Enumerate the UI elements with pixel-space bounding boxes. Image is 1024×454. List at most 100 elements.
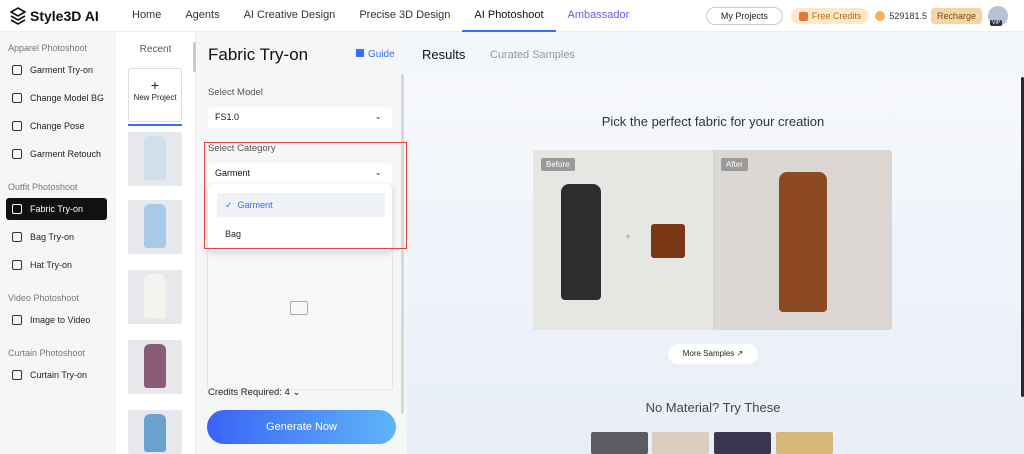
top-navigation-bar: Style3D AI Home Agents AI Creative Desig… xyxy=(0,0,1024,32)
fabric-swatch-image xyxy=(651,224,685,258)
vip-badge: VIP xyxy=(990,20,1003,26)
dress-image xyxy=(144,344,166,388)
sidebar-item-curtain-try-on[interactable]: Curtain Try-on xyxy=(6,364,107,386)
credit-balance-value: 529181.5 xyxy=(889,11,927,21)
more-samples-button[interactable]: More Samples ↗ xyxy=(668,344,758,364)
sidebar-section-video: Video Photoshoot xyxy=(8,293,79,303)
retouch-icon xyxy=(12,149,22,159)
sidebar-section-curtain: Curtain Photoshoot xyxy=(8,348,86,358)
sidebar-section-apparel: Apparel Photoshoot xyxy=(8,43,88,53)
nav-ai-photoshoot[interactable]: AI Photoshoot xyxy=(462,0,556,32)
sidebar-item-label: Change Pose xyxy=(30,121,85,131)
generate-now-button[interactable]: Generate Now xyxy=(207,410,396,444)
gift-icon xyxy=(798,11,808,21)
nav-agents[interactable]: Agents xyxy=(173,0,231,32)
fabric-icon xyxy=(12,204,22,214)
chevron-down-icon: ⌄ xyxy=(374,111,382,121)
app-name: Style3D AI xyxy=(30,7,99,24)
sidebar-item-change-pose[interactable]: Change Pose xyxy=(6,115,107,137)
nav-ai-creative-design[interactable]: AI Creative Design xyxy=(232,0,348,32)
material-swatch[interactable] xyxy=(714,432,771,454)
results-area: Results Curated Samples Pick the perfect… xyxy=(407,32,1024,454)
sidebar-item-hat-try-on[interactable]: Hat Try-on xyxy=(6,254,107,276)
background-icon xyxy=(12,93,22,103)
sidebar-item-bag-try-on[interactable]: Bag Try-on xyxy=(6,226,107,248)
sidebar-item-label: Garment Retouch xyxy=(30,149,102,159)
sidebar-section-outfit: Outfit Photoshoot xyxy=(8,182,78,192)
credits-required[interactable]: Credits Required: 4 ⌄ xyxy=(208,387,300,398)
active-indicator xyxy=(128,124,182,126)
hat-icon xyxy=(12,260,22,270)
nav-ambassador[interactable]: Ambassador xyxy=(556,0,642,32)
sidebar-item-label: Fabric Try-on xyxy=(30,204,84,214)
free-credits-label: Free Credits xyxy=(811,11,862,21)
sidebar-item-label: Curtain Try-on xyxy=(30,370,88,380)
arrow-up-right-icon: ↗ xyxy=(736,349,744,358)
plus-icon: + xyxy=(625,232,631,243)
shirt-icon xyxy=(12,65,22,75)
sidebar-item-fabric-try-on[interactable]: Fabric Try-on xyxy=(6,198,107,220)
material-swatch[interactable] xyxy=(591,432,648,454)
chevron-down-icon: ⌄ xyxy=(292,387,301,398)
sidebar: Apparel Photoshoot Garment Try-on Change… xyxy=(0,32,116,454)
sidebar-item-label: Image to Video xyxy=(30,315,91,325)
sidebar-item-image-to-video[interactable]: Image to Video xyxy=(6,309,107,331)
new-project-label: New Project xyxy=(133,93,177,102)
recent-title: Recent xyxy=(139,44,172,55)
app-logo[interactable]: Style3D AI xyxy=(10,6,120,25)
my-projects-button[interactable]: My Projects xyxy=(705,7,783,25)
pose-icon xyxy=(12,121,22,131)
material-swatch[interactable] xyxy=(652,432,709,454)
recent-thumbnail[interactable] xyxy=(128,340,182,394)
sidebar-item-label: Garment Try-on xyxy=(30,65,94,75)
recent-thumbnail[interactable] xyxy=(128,132,182,186)
model-select-value: FS1.0 xyxy=(215,112,240,122)
bag-icon xyxy=(12,232,22,242)
material-swatch[interactable] xyxy=(776,432,833,454)
credit-balance: 529181.5 xyxy=(875,11,927,21)
avatar[interactable]: VIP xyxy=(988,6,1008,26)
highlight-box xyxy=(204,142,407,249)
nav-precise-3d-design[interactable]: Precise 3D Design xyxy=(347,0,462,32)
sidebar-item-garment-try-on[interactable]: Garment Try-on xyxy=(6,59,107,81)
brown-dress-image xyxy=(779,172,827,312)
dress-image xyxy=(144,274,166,318)
select-model-label: Select Model xyxy=(208,87,263,98)
recent-thumbnail[interactable] xyxy=(128,410,182,454)
empty-state-heading: Pick the perfect fabric for your creatio… xyxy=(601,114,825,129)
tab-results[interactable]: Results xyxy=(422,47,465,62)
main-nav: Home Agents AI Creative Design Precise 3… xyxy=(120,0,641,32)
free-credits-button[interactable]: Free Credits xyxy=(790,8,870,24)
more-samples-label: More Samples xyxy=(682,349,735,358)
video-icon xyxy=(12,315,22,325)
coin-icon xyxy=(875,11,886,21)
recent-column: Recent + New Project xyxy=(116,32,196,454)
sidebar-item-garment-retouch[interactable]: Garment Retouch xyxy=(6,143,107,165)
guide-label: Guide xyxy=(368,49,395,60)
recharge-button[interactable]: Recharge xyxy=(930,8,982,24)
sidebar-item-change-model-bg[interactable]: Change Model BG xyxy=(6,87,107,109)
new-project-button[interactable]: + New Project xyxy=(128,68,182,122)
header-actions: My Projects Free Credits 529181.5 Rechar… xyxy=(705,0,1024,32)
dress-image xyxy=(144,136,166,180)
before-image: Before + xyxy=(533,150,713,330)
tab-curated-samples[interactable]: Curated Samples xyxy=(490,49,575,61)
guide-link[interactable]: Guide xyxy=(356,49,395,60)
after-tag: After xyxy=(721,158,748,171)
book-icon xyxy=(356,49,364,57)
panel-title: Fabric Try-on xyxy=(208,45,309,64)
before-tag: Before xyxy=(541,158,575,171)
recent-thumbnail[interactable] xyxy=(128,200,182,254)
dress-image xyxy=(144,414,166,452)
sidebar-item-label: Change Model BG xyxy=(30,93,105,103)
recent-thumbnail[interactable] xyxy=(128,270,182,324)
upload-area[interactable] xyxy=(207,250,393,390)
plus-icon: + xyxy=(150,77,160,93)
after-image: After xyxy=(713,150,892,330)
image-upload-icon xyxy=(290,301,308,315)
model-select[interactable]: FS1.0 ⌄ xyxy=(208,107,392,128)
style3d-logo-icon xyxy=(10,6,26,25)
nav-home[interactable]: Home xyxy=(120,0,173,32)
curtain-icon xyxy=(12,370,22,380)
no-material-heading: No Material? Try These xyxy=(645,400,781,415)
